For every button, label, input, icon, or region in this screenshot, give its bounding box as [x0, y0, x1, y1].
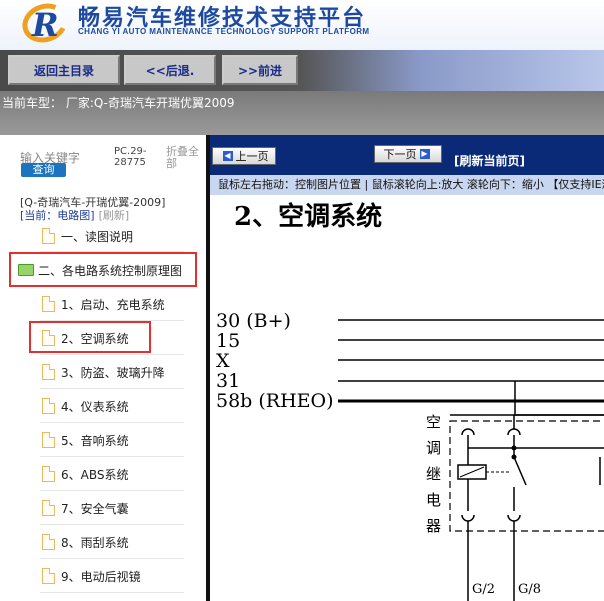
- relay-char: 空: [426, 413, 441, 431]
- tree-item-mirror[interactable]: 9、电动后视镜: [42, 565, 141, 587]
- document-icon: [42, 228, 55, 244]
- relay-char: 电: [426, 491, 441, 509]
- tree-item-label: 1、启动、充电系统: [61, 297, 165, 312]
- tree-refresh-link[interactable]: [刷新]: [99, 209, 130, 222]
- document-icon: [42, 398, 55, 414]
- navbar: 返回主目录 <<后退. >>前进: [0, 50, 604, 91]
- diagram-title: 2、空调系统: [234, 201, 382, 232]
- current-car-bar: 当前车型： 厂家:Q-奇瑞汽车开瑞优翼2009: [0, 91, 604, 135]
- document-icon: [42, 364, 55, 380]
- relay-char: 继: [426, 465, 441, 483]
- line-label-30: 30 (B+): [216, 310, 291, 332]
- logo-letter: R: [32, 6, 59, 44]
- prev-page-label: 上一页: [235, 150, 269, 163]
- line-label-58b: 58b (RHEO): [216, 390, 334, 412]
- bus-lines: [338, 319, 604, 601]
- document-icon: [42, 500, 55, 516]
- back-button[interactable]: <<后退.: [124, 55, 216, 85]
- refresh-current-page-link[interactable]: [刷新当前页]: [454, 152, 525, 169]
- home-button[interactable]: 返回主目录: [8, 55, 120, 85]
- tree-item-antitheft-windows[interactable]: 3、防盗、玻璃升降: [42, 361, 165, 383]
- tree-item-label: 3、防盗、玻璃升降: [61, 365, 165, 380]
- next-page-label: 下一页: [383, 148, 417, 161]
- line-label-x: X: [216, 350, 230, 372]
- tree-item-airbag[interactable]: 7、安全气囊: [42, 497, 129, 519]
- pin-label: G/8: [518, 582, 541, 597]
- document-icon: [42, 466, 55, 482]
- document-icon: [42, 534, 55, 550]
- tree-item-reading-guide[interactable]: 一、读图说明: [42, 225, 133, 247]
- tree-current: [当前：电路图] [刷新]: [20, 207, 129, 223]
- pc-code: PC.29-28775: [114, 146, 147, 168]
- viewer-toolbar: ◀ 上一页 下一页 ▶ [刷新当前页]: [210, 135, 604, 175]
- line-label-15: 15: [216, 330, 240, 352]
- document-icon: [42, 296, 55, 312]
- tree-item-label: 4、仪表系统: [61, 399, 129, 414]
- highlight-box: [29, 321, 151, 353]
- search-button[interactable]: 查询: [21, 163, 66, 177]
- prev-page-button[interactable]: ◀ 上一页: [212, 147, 276, 165]
- next-page-button[interactable]: 下一页 ▶: [374, 145, 442, 163]
- tree-item-wiper[interactable]: 8、雨刮系统: [42, 531, 129, 553]
- tree-item-label: 7、安全气囊: [61, 501, 129, 516]
- tree-item-label: 9、电动后视镜: [61, 569, 141, 584]
- tree-item-start-charge[interactable]: 1、启动、充电系统: [42, 293, 165, 315]
- tree-item-abs[interactable]: 6、ABS系统: [42, 463, 128, 485]
- app-window: R 畅易汽车维修技术支持平台 CHANG YI AUTO MAINTENANCE…: [0, 0, 604, 601]
- arrow-right-icon: ▶: [419, 149, 430, 159]
- tree-item-instrument[interactable]: 4、仪表系统: [42, 395, 129, 417]
- pin-label: G/2: [472, 582, 495, 597]
- circuit-diagram[interactable]: 2、空调系统 30 (B+) 15 X 31 58b (RHEO) 空 调 继 …: [210, 195, 604, 601]
- tree-item-label: 6、ABS系统: [61, 467, 129, 482]
- forward-button[interactable]: >>前进: [222, 55, 298, 85]
- relay-char: 器: [426, 517, 441, 535]
- line-label-31: 31: [216, 370, 240, 392]
- document-icon: [42, 432, 55, 448]
- viewer-hint: 鼠标左右拖动：控制图片位置 | 鼠标滚轮向上:放大 滚轮向下：缩小 【仅支持IE…: [210, 175, 604, 195]
- tree-item-label: 一、读图说明: [61, 229, 134, 244]
- logo: R: [16, 0, 74, 49]
- current-label: [当前：电路图]: [20, 209, 95, 222]
- diagram-viewer: ◀ 上一页 下一页 ▶ [刷新当前页] 鼠标左右拖动：控制图片位置 | 鼠标滚轮向上…: [210, 135, 604, 601]
- arrow-left-icon: ◀: [222, 151, 233, 161]
- highlight-box: [9, 252, 197, 287]
- site-header: R 畅易汽车维修技术支持平台 CHANG YI AUTO MAINTENANCE…: [0, 0, 604, 50]
- relay-char: 调: [426, 439, 441, 457]
- tree-item-label: 8、雨刮系统: [61, 535, 129, 550]
- document-icon: [42, 568, 55, 584]
- tree-item-label: 5、音响系统: [61, 433, 129, 448]
- fold-all-link[interactable]: 折叠全部: [166, 146, 204, 170]
- tree-item-audio[interactable]: 5、音响系统: [42, 429, 129, 451]
- site-subtitle: CHANG YI AUTO MAINTENANCE TECHNOLOGY SUP…: [78, 27, 370, 36]
- sidebar: 输入关键字 查询 PC.29-28775 折叠全部 [Q-奇瑞汽车-开瑞优翼-2…: [0, 135, 206, 601]
